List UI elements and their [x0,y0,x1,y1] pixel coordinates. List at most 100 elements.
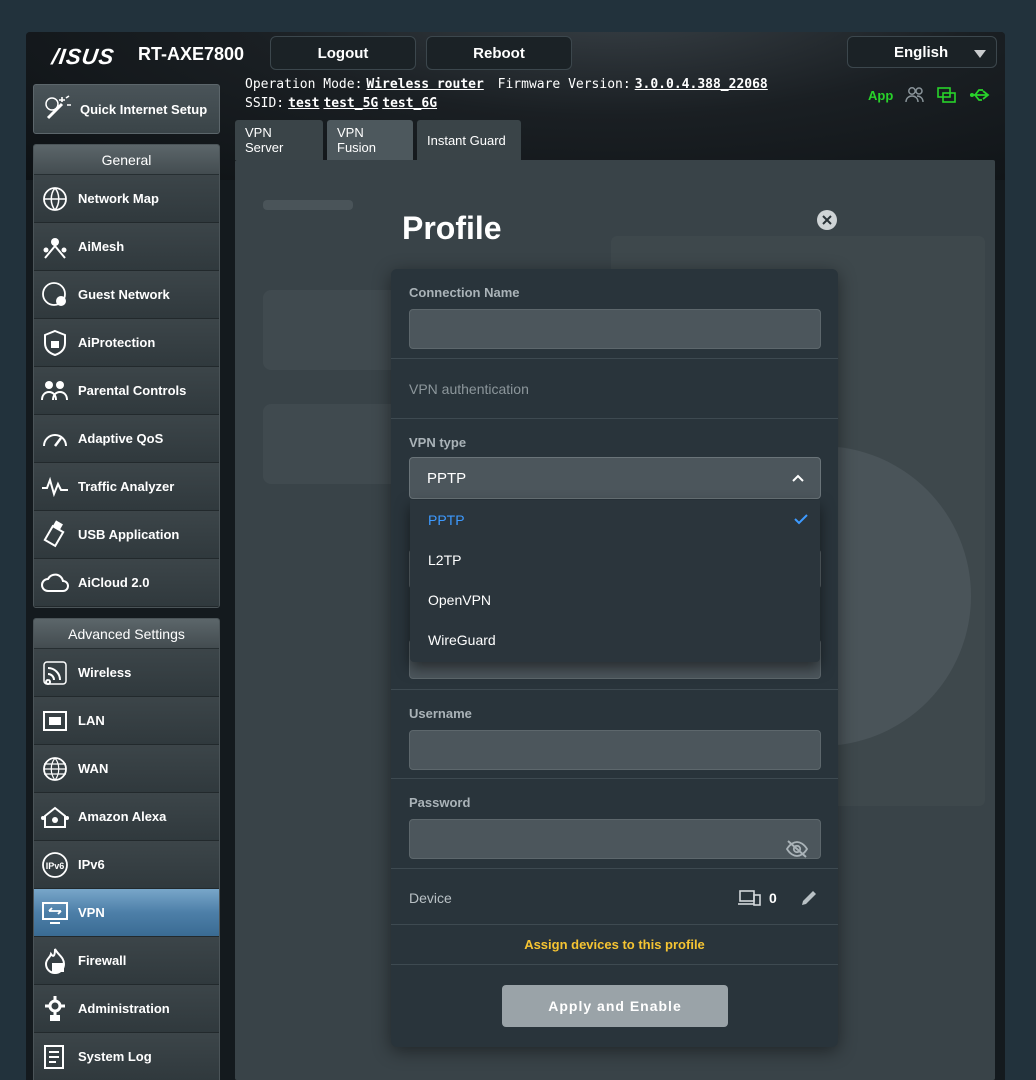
sidebar-item-aiprotection[interactable]: AiProtection [34,319,219,367]
network-map-icon [40,184,70,214]
sidebar-item-ipv6[interactable]: IPv6 IPv6 [34,841,219,889]
firmware-version-link[interactable]: 3.0.0.4.388_22068 [635,77,768,92]
tab-instant-guard[interactable]: Instant Guard [417,120,521,160]
device-row: Device 0 [391,869,838,925]
ssid-link[interactable]: test [288,96,319,111]
sidebar-item-aimesh[interactable]: AiMesh [34,223,219,271]
network-status-icon[interactable] [937,86,957,104]
parental-controls-icon [40,376,70,406]
sidebar-item-label: AiProtection [78,335,156,350]
tab-vpn-server[interactable]: VPN Server [235,120,323,160]
close-button[interactable] [817,210,837,230]
sidebar-item-label: Firewall [78,953,127,968]
sidebar-item-traffic-analyzer[interactable]: Traffic Analyzer [34,463,219,511]
traffic-analyzer-icon [40,472,70,502]
wireless-icon [40,658,70,688]
logout-button[interactable]: Logout [270,36,416,70]
sidebar-item-label: Traffic Analyzer [78,479,175,494]
username-row: Username [391,689,838,779]
sidebar-item-label: AiCloud 2.0 [78,575,150,590]
quick-internet-setup-button[interactable]: Quick Internet Setup [33,84,220,134]
password-input[interactable] [409,819,821,859]
sidebar-item-lan[interactable]: LAN [34,697,219,745]
sidebar-item-parental-controls[interactable]: Parental Controls [34,367,219,415]
operation-mode-link[interactable]: Wireless router [366,77,483,92]
vpn-authentication-label: VPN authentication [409,381,529,397]
vpn-type-option[interactable]: L2TP [410,540,820,580]
sidebar-item-label: VPN [78,905,105,920]
sidebar-item-amazon-alexa[interactable]: Amazon Alexa [34,793,219,841]
router-admin-window: /ISUS RT-AXE7800 Logout Reboot English O… [26,32,1005,1080]
placeholder-line [263,200,353,210]
password-label: Password [409,795,471,810]
sidebar-item-label: LAN [78,713,105,728]
vpn-type-dropdown: PPTP L2TP OpenVPN WireGuard [410,500,820,662]
vpn-type-option[interactable]: OpenVPN [410,580,820,620]
aimesh-icon [40,232,70,262]
tab-vpn-fusion[interactable]: VPN Fusion [327,120,413,160]
general-section-title: General [34,145,219,175]
usb-status-icon[interactable] [969,87,991,103]
devices-icon [738,890,761,906]
chevron-up-icon [792,474,804,482]
vpn-type-option[interactable]: WireGuard [410,620,820,660]
vpn-type-select[interactable]: PPTP [409,457,821,499]
system-log-icon [40,1042,70,1072]
wan-icon [40,754,70,784]
vpn-type-option[interactable]: PPTP [410,500,820,540]
reboot-button[interactable]: Reboot [426,36,572,70]
operation-mode-line: Operation Mode: Wireless router Firmware … [245,77,768,92]
username-label: Username [409,706,472,721]
vpn-authentication-row: VPN authentication [391,359,838,419]
language-select[interactable]: English [847,36,997,68]
administration-icon [40,994,70,1024]
ssid-link[interactable]: test_6G [382,96,437,111]
aicloud-icon [40,568,70,598]
hide-password-icon[interactable] [785,839,809,859]
guest-network-icon [40,280,70,310]
assign-devices-link[interactable]: Assign devices to this profile [391,925,838,965]
connection-name-label: Connection Name [409,285,520,300]
sidebar-item-guest-network[interactable]: Guest Network [34,271,219,319]
sidebar-item-label: System Log [78,1049,152,1064]
sidebar-item-administration[interactable]: Administration [34,985,219,1033]
sidebar-item-label: Wireless [78,665,132,680]
clients-icon[interactable] [905,86,925,104]
connection-name-input[interactable] [409,309,821,349]
router-model: RT-AXE7800 [138,44,245,64]
advanced-settings-title: Advanced Settings [34,619,219,649]
sidebar-item-firewall[interactable]: Firewall [34,937,219,985]
app-link[interactable]: App [868,88,893,103]
apply-and-enable-button[interactable]: Apply and Enable [502,985,728,1027]
sidebar-item-adaptive-qos[interactable]: Adaptive QoS [34,415,219,463]
aiprotection-icon [40,328,70,358]
device-label: Device [409,890,452,906]
advanced-settings-section: Advanced Settings Wireless LAN WAN Amazon A… [33,618,220,1080]
sidebar-item-aicloud-2-0[interactable]: AiCloud 2.0 [34,559,219,607]
sidebar-item-usb-application[interactable]: USB Application [34,511,219,559]
sidebar-item-wan[interactable]: WAN [34,745,219,793]
check-icon [794,514,808,525]
connection-name-row: Connection Name [391,269,838,359]
chevron-down-icon [974,50,986,58]
qos-icon [40,424,70,454]
vpn-type-value: PPTP [427,469,467,487]
sidebar-item-label: Network Map [78,191,159,206]
ipv6-icon: IPv6 [40,850,70,880]
username-input[interactable] [409,730,821,770]
sidebar-item-label: USB Application [78,527,180,542]
edit-icon[interactable] [799,888,819,908]
usb-icon [40,519,70,550]
sidebar-item-wireless[interactable]: Wireless [34,649,219,697]
language-value: English [894,43,949,61]
ssid-link[interactable]: test_5G [323,96,378,111]
sidebar-item-label: IPv6 [78,857,105,872]
sidebar-item-network-map[interactable]: Network Map [34,175,219,223]
password-row: Password [391,779,838,869]
alexa-icon [40,802,70,832]
sidebar-item-system-log[interactable]: System Log [34,1033,219,1080]
vpn-type-label: VPN type [409,435,467,450]
sidebar-item-vpn[interactable]: VPN [34,889,219,937]
sidebar-item-label: Guest Network [78,287,170,302]
vpn-icon [40,898,70,928]
